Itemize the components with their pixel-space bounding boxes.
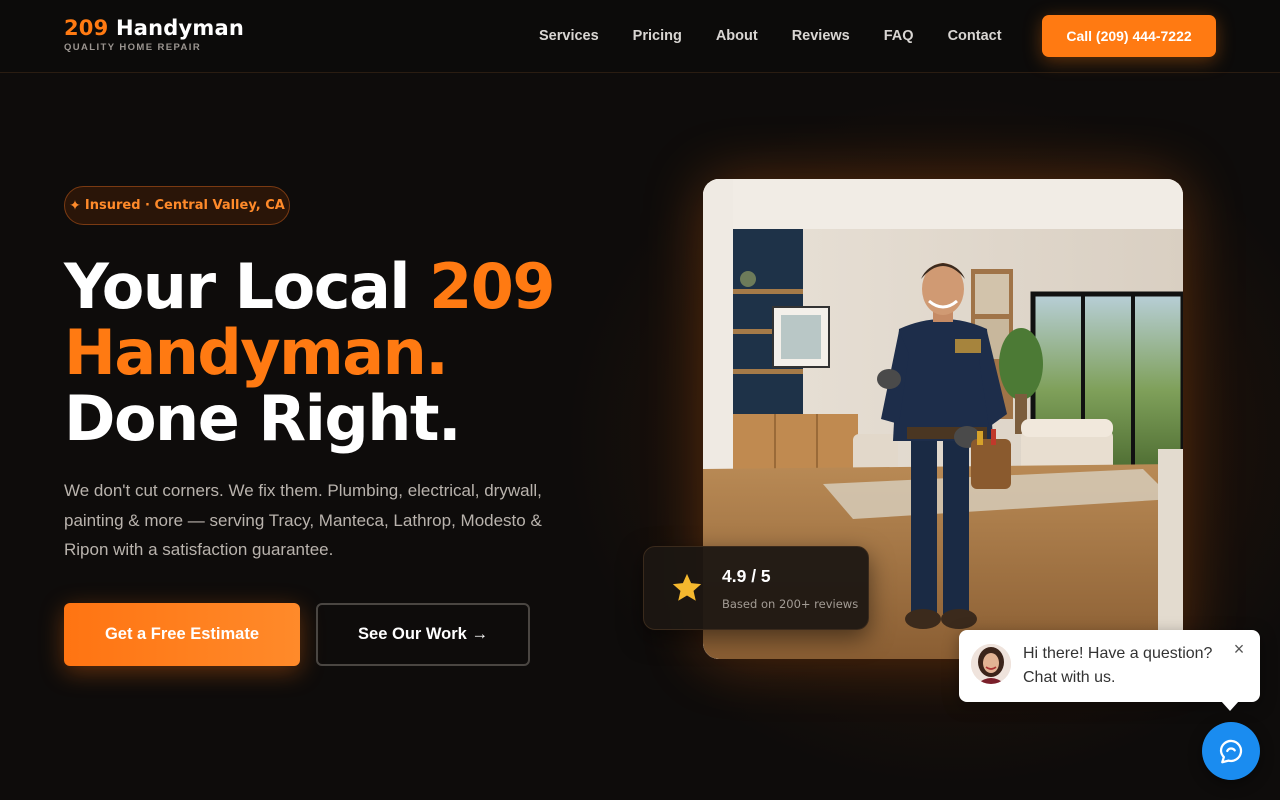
headline-part3: Done Right. [64,382,462,455]
rating-subtitle: Based on 200+ reviews [722,597,859,611]
see-our-work-button[interactable]: See Our Work → [316,603,530,666]
brand-logo[interactable]: 209 Handyman QUALITY HOME REPAIR [64,16,244,53]
star-icon [672,573,702,601]
chat-agent-avatar [971,644,1011,684]
close-icon[interactable]: × [1232,640,1246,658]
chat-launcher-button[interactable] [1202,722,1260,780]
rating-score: 4.9 / 5 [722,566,771,586]
brand-number: 209 [64,16,109,40]
chat-greeting-bubble[interactable]: Hi there! Have a question? Chat with us.… [959,630,1260,711]
nav-pricing[interactable]: Pricing [633,28,682,44]
brand-word: Handyman [115,16,244,40]
nav-about[interactable]: About [716,28,758,44]
main-nav: Services Pricing About Reviews FAQ Conta… [539,28,1036,44]
site-header: 209 Handyman QUALITY HOME REPAIR Service… [0,0,1280,73]
free-estimate-button[interactable]: Get a Free Estimate [64,603,300,666]
chat-icon [1219,739,1243,764]
nav-faq[interactable]: FAQ [884,28,914,44]
badge-text: Insured · Central Valley, CA [84,198,285,213]
sparkle-icon: ✦ [69,197,81,214]
hero-lead: We don't cut corners. We fix them. Plumb… [64,481,542,559]
chat-message: Hi there! Have a question? Chat with us. [1023,642,1223,690]
insured-badge: ✦ Insured · Central Valley, CA [64,186,290,225]
rating-card: 4.9 / 5 Based on 200+ reviews [643,546,869,630]
hero-headline: Your Local 209 Handyman. Done Right. [64,254,624,452]
nav-contact[interactable]: Contact [948,28,1002,44]
headline-part1: Your Local [64,250,430,323]
nav-reviews[interactable]: Reviews [792,28,850,44]
call-button[interactable]: Call (209) 444-7222 [1042,15,1216,57]
brand-name: 209 Handyman [64,16,244,40]
nav-services[interactable]: Services [539,28,599,44]
brand-tagline: QUALITY HOME REPAIR [64,42,202,53]
chat-message-line1: Hi there! Have a question? [1023,645,1213,662]
chat-message-line2: Chat with us. [1023,669,1116,686]
